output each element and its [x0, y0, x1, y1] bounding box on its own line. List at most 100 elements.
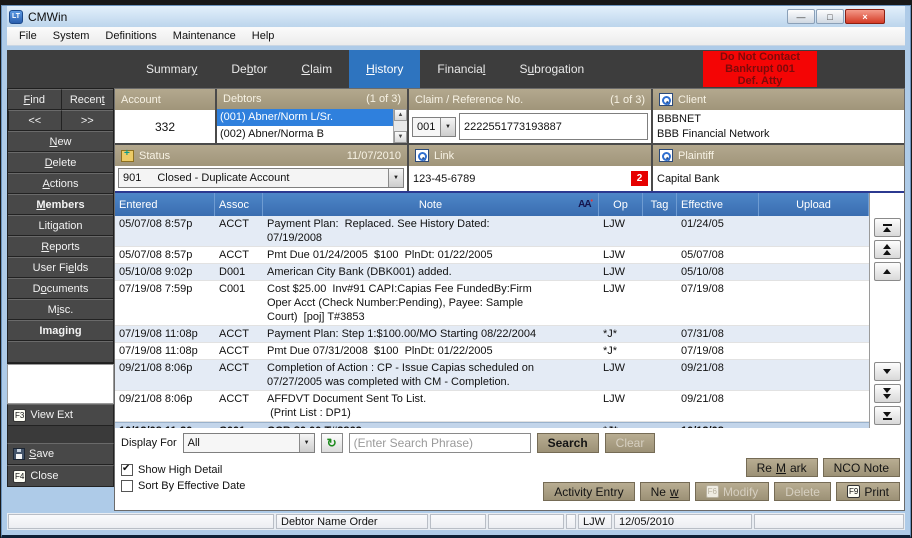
- sidebar-item-imaging[interactable]: Imaging: [8, 320, 113, 341]
- last-button[interactable]: [874, 406, 901, 425]
- plaintiff-lookup-icon[interactable]: [659, 149, 673, 162]
- page-up-button[interactable]: [874, 240, 901, 259]
- title-bar[interactable]: LT CMWin —□×: [7, 6, 905, 27]
- menu-system[interactable]: System: [45, 28, 98, 44]
- table-row[interactable]: 05/07/08 8:57pACCTPayment Plan: Replaced…: [115, 216, 869, 247]
- f9-keycap: F9: [847, 485, 860, 498]
- menu-file[interactable]: File: [11, 28, 45, 44]
- sidebar-item-new[interactable]: New: [8, 131, 113, 152]
- cell-upload: [759, 391, 869, 421]
- cell-tag: [643, 281, 677, 325]
- tab-history[interactable]: History: [349, 50, 420, 88]
- nco-note-button[interactable]: NCO Note: [823, 458, 900, 477]
- column-header-tag[interactable]: Tag: [643, 193, 677, 216]
- tab-debtor[interactable]: Debtor: [214, 50, 284, 88]
- new-note-button[interactable]: New: [640, 482, 690, 501]
- column-header-upload[interactable]: Upload: [759, 193, 869, 216]
- table-body: 05/07/08 8:57pACCTPayment Plan: Replaced…: [115, 216, 869, 428]
- cell-effective: 09/21/08: [677, 391, 759, 421]
- column-header-effective[interactable]: Effective: [677, 193, 759, 216]
- first-button[interactable]: [874, 218, 901, 237]
- sidebar-item-prev[interactable]: <<: [8, 110, 61, 131]
- table-row[interactable]: 07/19/08 11:08pACCTPmt Due 07/31/2008 $1…: [115, 343, 869, 360]
- column-header-op[interactable]: Op: [599, 193, 643, 216]
- link-label: Link: [434, 150, 454, 162]
- tab-financial[interactable]: Financial: [420, 50, 502, 88]
- debtor-item[interactable]: (001) Abner/Norm L/Sr.: [217, 109, 393, 126]
- menu-maintenance[interactable]: Maintenance: [165, 28, 244, 44]
- sidebar-item-find[interactable]: Find: [8, 89, 61, 110]
- maximize-button[interactable]: □: [816, 9, 844, 24]
- search-input[interactable]: [349, 433, 531, 453]
- table-row[interactable]: 09/21/08 8:06pACCTCompletion of Action :…: [115, 360, 869, 391]
- tab-claim[interactable]: Claim: [284, 50, 349, 88]
- sidebar-item-actions[interactable]: Actions: [8, 173, 113, 194]
- cell-note: Payment Plan: Replaced. See History Date…: [263, 216, 599, 246]
- tab-summary[interactable]: Summary: [129, 50, 214, 88]
- sidebar-item-litigation[interactable]: Litigation: [8, 215, 113, 236]
- table-row[interactable]: 07/19/08 7:59pC001Cost $25.00 Inv#91 CAP…: [115, 281, 869, 326]
- close-button[interactable]: F4 Close: [7, 465, 114, 487]
- column-header-assoc[interactable]: Assoc: [215, 193, 263, 216]
- table-row[interactable]: 09/21/08 8:06pACCTAFFDVT Document Sent T…: [115, 391, 869, 422]
- chevron-down-icon[interactable]: [388, 169, 403, 187]
- table-row[interactable]: 07/19/08 11:08pACCTPayment Plan: Step 1:…: [115, 326, 869, 343]
- display-for-select[interactable]: All: [183, 433, 315, 453]
- column-header-note[interactable]: NoteAA: [263, 193, 599, 216]
- minimize-button[interactable]: —: [787, 9, 815, 24]
- page-down-button[interactable]: [874, 384, 901, 403]
- table-row[interactable]: 05/10/08 9:02pD001American City Bank (DB…: [115, 264, 869, 281]
- scroll-up-icon[interactable]: ▲: [394, 109, 407, 121]
- sidebar-item-recent[interactable]: Recent: [61, 89, 114, 110]
- table-row[interactable]: 05/07/08 8:57pACCTPmt Due 01/24/2005 $10…: [115, 247, 869, 264]
- cell-effective: 07/19/08: [677, 281, 759, 325]
- chevron-down-icon[interactable]: [440, 118, 455, 136]
- menu-definitions[interactable]: Definitions: [97, 28, 164, 44]
- link-lookup-icon[interactable]: [415, 149, 429, 162]
- refresh-filter-button[interactable]: [321, 433, 343, 453]
- close-button[interactable]: ×: [845, 9, 885, 24]
- line-up-button[interactable]: [874, 262, 901, 281]
- link-count-badge[interactable]: 2: [631, 171, 648, 186]
- sidebar-item-members[interactable]: Members: [8, 194, 113, 215]
- show-high-detail-checkbox[interactable]: [121, 464, 133, 476]
- cell-tag: [643, 264, 677, 280]
- save-button[interactable]: Save: [7, 443, 114, 465]
- sidebar-item-misc[interactable]: Misc.: [8, 299, 113, 320]
- cell-op: LJW: [599, 360, 643, 390]
- cell-upload: [759, 216, 869, 246]
- sort-by-effective-checkbox[interactable]: [121, 480, 133, 492]
- sort-order-segment: Debtor Name Order: [276, 514, 428, 529]
- activity-entry-button[interactable]: Activity Entry: [543, 482, 634, 501]
- column-header-entered[interactable]: Entered: [115, 193, 215, 216]
- sidebar-item-delete[interactable]: Delete: [8, 152, 113, 173]
- tab-subrogation[interactable]: Subrogation: [502, 50, 601, 88]
- sidebar-item-user-fields[interactable]: User Fields: [8, 257, 113, 278]
- search-button[interactable]: Search: [537, 433, 599, 453]
- cell-tag: [643, 216, 677, 246]
- sidebar-item-documents[interactable]: Documents: [8, 278, 113, 299]
- cell-effective: 07/31/08: [677, 326, 759, 342]
- sidebar-item-next[interactable]: >>: [61, 110, 114, 131]
- debtors-section: Debtors (1 of 3) (001) Abner/Norm L/Sr.(…: [217, 89, 407, 143]
- reference-number-field[interactable]: 2222551773193887: [459, 113, 648, 140]
- note-buttons-row: ReMark NCO Note: [746, 458, 900, 477]
- filter-bar: Display For All Search Clear: [115, 428, 904, 458]
- chevron-down-icon[interactable]: [299, 434, 314, 452]
- view-ext-button[interactable]: F3 View Ext: [7, 404, 114, 426]
- sidebar-item-blank: [8, 341, 113, 363]
- status-segment: [8, 514, 274, 529]
- line-down-button[interactable]: [874, 362, 901, 381]
- font-size-icon[interactable]: AA: [578, 199, 592, 210]
- scroll-down-icon[interactable]: ▼: [394, 131, 407, 143]
- client-lookup-icon[interactable]: [659, 93, 673, 106]
- remark-button[interactable]: ReMark: [746, 458, 818, 477]
- debtor-item[interactable]: (002) Abner/Norma B: [217, 126, 393, 143]
- status-select[interactable]: 901 Closed - Duplicate Account: [118, 168, 404, 188]
- sidebar-item-reports[interactable]: Reports: [8, 236, 113, 257]
- claim-number-select[interactable]: 001: [412, 117, 456, 137]
- status-folder-icon[interactable]: [121, 150, 134, 162]
- debtor-scrollbar[interactable]: ▲ ▼: [393, 109, 407, 143]
- print-button[interactable]: F9Print: [836, 482, 900, 501]
- menu-help[interactable]: Help: [244, 28, 283, 44]
